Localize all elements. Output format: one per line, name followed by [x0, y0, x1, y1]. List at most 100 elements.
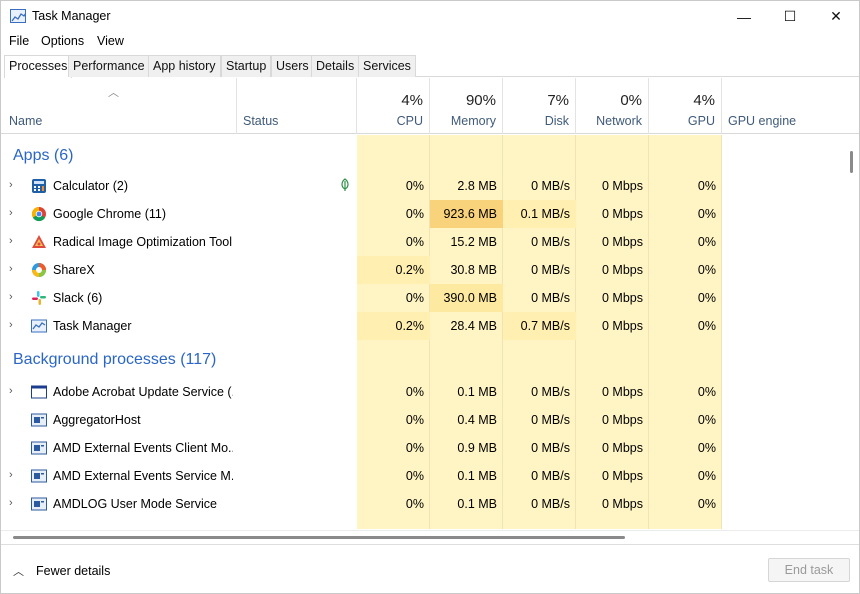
- process-row[interactable]: › ShareX 0.2% 30.8 MB 0 MB/s 0 Mbps 0%: [1, 256, 846, 284]
- process-row[interactable]: AMD External Events Client Mo... 0% 0.9 MB…: [1, 434, 846, 462]
- maximize-button[interactable]: ☐: [767, 1, 813, 32]
- tab-app-history[interactable]: App history: [148, 55, 221, 77]
- end-task-button[interactable]: End task: [768, 558, 850, 582]
- sort-up-icon: ︿: [108, 87, 119, 99]
- process-row[interactable]: › Radical Image Optimization Tool 0% 15.2 M…: [1, 228, 846, 256]
- tab-startup[interactable]: Startup: [221, 55, 272, 77]
- tab-users[interactable]: Users: [271, 55, 314, 77]
- disk-cell: 0 MB/s: [503, 378, 576, 406]
- process-name: Google Chrome (11): [53, 207, 167, 221]
- column-network[interactable]: 0% Network: [576, 78, 649, 134]
- expand-chevron-icon[interactable]: ›: [9, 235, 19, 247]
- process-row[interactable]: › Slack (6) 0% 390.0 MB 0 MB/s 0 Mbps 0%: [1, 284, 846, 312]
- disk-value: 0 MB/s: [531, 385, 570, 399]
- network-value: 0 Mbps: [602, 385, 643, 399]
- service-icon: [31, 468, 47, 484]
- cpu-value: 0%: [405, 291, 424, 305]
- expand-chevron-icon[interactable]: ›: [9, 497, 19, 509]
- cpu-cell: 0%: [357, 406, 430, 434]
- title-bar[interactable]: Task Manager — ☐ ✕: [1, 1, 859, 32]
- minimize-button[interactable]: —: [721, 1, 767, 32]
- menu-options[interactable]: Options: [41, 34, 84, 48]
- column-cpu[interactable]: 4% CPU: [357, 78, 430, 134]
- disk-value: 0 MB/s: [531, 413, 570, 427]
- gpu-cell: 0%: [649, 228, 722, 256]
- disk-cell: 0.7 MB/s: [503, 312, 576, 340]
- memory-value: 0.1 MB: [457, 385, 497, 399]
- horizontal-scroll-thumb[interactable]: [13, 536, 625, 539]
- cpu-cell: 0%: [357, 228, 430, 256]
- expand-chevron-icon[interactable]: ›: [9, 319, 19, 331]
- column-memory-label: Memory: [450, 114, 496, 128]
- network-cell: 0 Mbps: [576, 312, 649, 340]
- memory-cell: 0.9 MB: [430, 434, 503, 462]
- cpu-cell: 0%: [357, 378, 430, 406]
- cpu-value: 0%: [405, 385, 424, 399]
- memory-cell: 15.2 MB: [430, 228, 503, 256]
- vertical-scrollbar[interactable]: [847, 135, 859, 529]
- process-row[interactable]: AggregatorHost 0% 0.4 MB 0 MB/s 0 Mbps 0%: [1, 406, 846, 434]
- footer: ︿ Fewer details End task: [1, 544, 859, 594]
- column-memory[interactable]: 90% Memory: [430, 78, 503, 134]
- gpu-value: 0%: [697, 385, 716, 399]
- tab-performance[interactable]: Performance: [68, 55, 150, 77]
- column-gpu[interactable]: 4% GPU: [649, 78, 722, 134]
- chevron-up-icon: ︿: [13, 566, 24, 578]
- process-row[interactable]: › AMD External Events Service M... 0% 0.1 M…: [1, 462, 846, 490]
- cpu-cell: 0%: [357, 490, 430, 518]
- network-value: 0 Mbps: [602, 291, 643, 305]
- expand-chevron-icon[interactable]: ›: [9, 263, 19, 275]
- process-name: AMD External Events Client Mo...: [53, 441, 233, 455]
- process-row[interactable]: › Task Manager 0.2% 28.4 MB 0.7 MB/s 0 Mbps 0%: [1, 312, 846, 340]
- tab-services[interactable]: Services: [358, 55, 416, 77]
- tab-processes[interactable]: Processes: [4, 55, 73, 78]
- expand-chevron-icon[interactable]: ›: [9, 291, 19, 303]
- tab-details[interactable]: Details: [311, 55, 360, 77]
- memory-cell: 0.4 MB: [430, 406, 503, 434]
- column-gpu-engine[interactable]: GPU engine: [722, 78, 847, 134]
- column-disk[interactable]: 7% Disk: [503, 78, 576, 134]
- process-name: Calculator (2): [53, 179, 129, 193]
- menu-file[interactable]: File: [9, 34, 29, 48]
- network-cell: 0 Mbps: [576, 406, 649, 434]
- disk-cell: 0.1 MB/s: [503, 200, 576, 228]
- column-name[interactable]: ︿ Name: [1, 78, 237, 134]
- expand-chevron-icon[interactable]: ›: [9, 469, 19, 481]
- window-title: Task Manager: [32, 9, 111, 23]
- cpu-cell: 0%: [357, 434, 430, 462]
- gpu-value: 0%: [697, 319, 716, 333]
- cpu-cell: 0%: [357, 462, 430, 490]
- network-value: 0 Mbps: [602, 413, 643, 427]
- expand-chevron-icon[interactable]: ›: [9, 207, 19, 219]
- column-disk-label: Disk: [544, 114, 569, 128]
- menu-view[interactable]: View: [97, 34, 124, 48]
- expand-chevron-icon[interactable]: ›: [9, 179, 19, 191]
- vertical-scroll-thumb[interactable]: [850, 151, 853, 173]
- tab-bar: Processes Performance App history Startu…: [4, 55, 859, 78]
- network-cell: 0 Mbps: [576, 228, 649, 256]
- expand-chevron-icon[interactable]: ›: [9, 385, 19, 397]
- disk-value: 0.1 MB/s: [520, 207, 570, 221]
- process-row[interactable]: › Adobe Acrobat Update Service (... 0% 0.1 …: [1, 378, 846, 406]
- process-row[interactable]: › Google Chrome (11) 0% 923.6 MB 0.1 MB/s 0 M…: [1, 200, 846, 228]
- close-button[interactable]: ✕: [813, 1, 859, 32]
- gpu-value: 0%: [697, 497, 716, 511]
- process-list: Apps (6) › Calculator (2) 0% 2.8 MB 0 MB/s 0 …: [1, 135, 846, 529]
- memory-value: 15.2 MB: [450, 235, 497, 249]
- cpu-value: 0%: [405, 179, 424, 193]
- group-header-apps: Apps (6): [1, 141, 846, 171]
- process-row[interactable]: › AMDLOG User Mode Service 0% 0.1 MB 0 MB/s 0…: [1, 490, 846, 518]
- service-icon: [31, 440, 47, 456]
- column-header: ︿ Name Status 4% CPU 90% Memory 7% Disk …: [1, 78, 859, 134]
- gpu-value: 0%: [697, 235, 716, 249]
- memory-cell: 30.8 MB: [430, 256, 503, 284]
- memory-value: 390.0 MB: [443, 291, 497, 305]
- fewer-details-button[interactable]: ︿ Fewer details: [13, 563, 110, 579]
- sharex-icon: [31, 262, 47, 278]
- horizontal-scrollbar[interactable]: [1, 530, 859, 543]
- gpu-cell: 0%: [649, 434, 722, 462]
- memory-cell: 390.0 MB: [430, 284, 503, 312]
- column-status[interactable]: Status: [237, 78, 357, 134]
- memory-value: 30.8 MB: [450, 263, 497, 277]
- process-row[interactable]: › Calculator (2) 0% 2.8 MB 0 MB/s 0 Mbps 0%: [1, 172, 846, 200]
